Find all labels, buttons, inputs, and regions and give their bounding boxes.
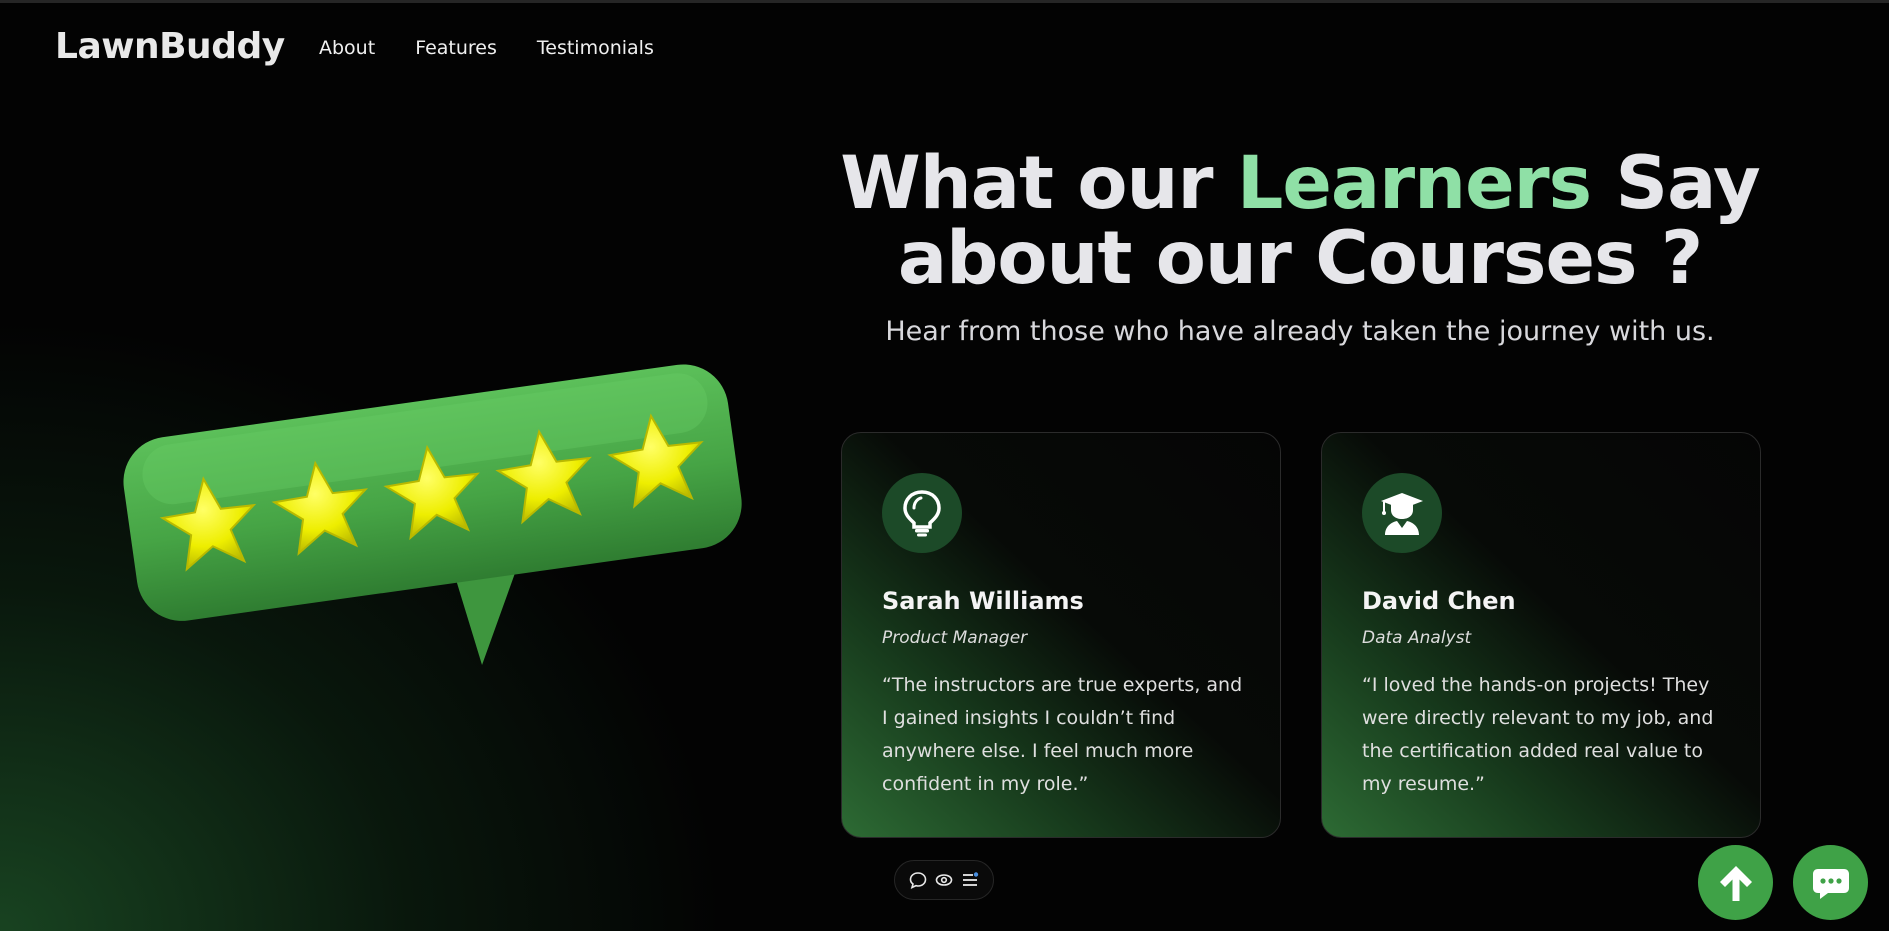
nav-about[interactable]: About: [319, 37, 375, 59]
chat-bubble-icon: [1812, 868, 1849, 899]
top-border: [0, 0, 1889, 3]
arrow-up-icon: [1719, 865, 1752, 901]
title-line-2: about our Courses ?: [897, 216, 1703, 301]
list-icon[interactable]: [961, 871, 979, 889]
testimonial-quote: “The instructors are true experts, and I…: [882, 674, 1243, 795]
nav-testimonials[interactable]: Testimonials: [537, 37, 654, 59]
page-subtitle: Hear from those who have already taken t…: [885, 316, 1715, 347]
avatar: [1362, 473, 1442, 553]
graduate-icon: [1381, 493, 1423, 535]
page-title: What our Learners Say about our Courses …: [840, 146, 1760, 296]
testimonial-card: Sarah Williams Product Manager “The inst…: [841, 432, 1281, 838]
scroll-to-top-button[interactable]: [1698, 845, 1773, 920]
rating-illustration: [115, 330, 775, 690]
chat-button[interactable]: [1793, 845, 1868, 920]
title-accent: Learners: [1236, 141, 1592, 226]
testimonial-role: Product Manager: [882, 628, 1028, 648]
nav-features[interactable]: Features: [415, 37, 497, 59]
eye-icon[interactable]: [935, 871, 953, 889]
avatar: [882, 473, 962, 553]
testimonial-name: David Chen: [1362, 587, 1516, 615]
testimonial-quote: “I loved the hands-on projects! They wer…: [1362, 674, 1714, 795]
testimonial-card: David Chen Data Analyst “I loved the han…: [1321, 432, 1761, 838]
lightbulb-icon: [903, 490, 941, 537]
title-part-2: Say: [1591, 141, 1761, 226]
five-star-rating-speech-bubble-icon: [123, 364, 742, 665]
floating-toolbar: [894, 860, 994, 900]
main-nav: About Features Testimonials: [319, 37, 654, 59]
brand-logo[interactable]: LawnBuddy: [55, 26, 285, 67]
comment-icon[interactable]: [909, 871, 927, 889]
testimonial-role: Data Analyst: [1362, 628, 1472, 648]
title-part-1: What our: [840, 141, 1237, 226]
testimonial-name: Sarah Williams: [882, 587, 1084, 615]
